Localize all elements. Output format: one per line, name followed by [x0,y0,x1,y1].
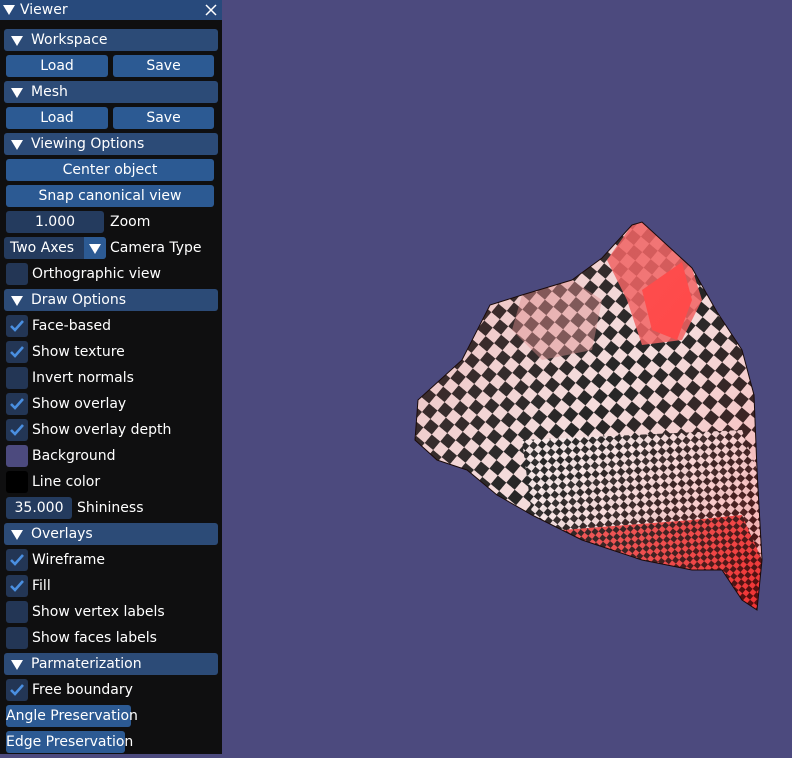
workspace-header[interactable]: Workspace [4,29,218,51]
show-faces-labels-checkbox[interactable] [6,627,28,649]
shininess-input[interactable]: 35.000 [6,497,72,519]
shininess-label: Shininess [77,500,144,516]
checkmark-icon [10,346,24,358]
wireframe-checkbox[interactable] [6,549,28,571]
show-faces-labels-label: Show faces labels [32,630,157,646]
parmaterization-section: Parmaterization [0,651,222,677]
parmaterization-header-label: Parmaterization [31,656,142,672]
overlays-section: Overlays [0,521,222,547]
viewer-panel: Viewer Workspace Load Save Mesh Load Sav… [0,0,222,754]
free-boundary-label: Free boundary [32,682,133,698]
background-color-swatch[interactable] [6,445,28,467]
camera-type-label: Camera Type [110,240,202,256]
show-overlay-depth-label: Show overlay depth [32,422,172,438]
free-boundary-checkbox[interactable] [6,679,28,701]
wireframe-label: Wireframe [32,552,106,568]
edge-preservation-button[interactable]: Edge Preservation [6,731,133,753]
camera-type-select[interactable]: Two Axes [4,237,106,259]
center-object-button[interactable]: Center object [6,159,214,181]
overlays-header-label: Overlays [31,526,93,542]
checkmark-icon [10,320,24,332]
orthographic-view-label: Orthographic view [32,266,161,282]
viewing-options-header[interactable]: Viewing Options [4,133,218,155]
show-overlay-checkbox[interactable] [6,393,28,415]
triangle-down-icon [11,36,23,46]
workspace-header-label: Workspace [31,32,108,48]
angle-preservation-button[interactable]: Angle Preservation [6,705,138,727]
viewing-options-header-label: Viewing Options [31,136,145,152]
checkmark-icon [10,398,24,410]
workspace-section: Workspace [0,27,222,53]
draw-options-header[interactable]: Draw Options [4,289,218,311]
mesh-save-button[interactable]: Save [113,107,214,129]
line-color-label: Line color [32,474,101,490]
workspace-save-button[interactable]: Save [113,55,214,77]
triangle-down-icon [11,296,23,306]
parmaterization-header[interactable]: Parmaterization [4,653,218,675]
fill-checkbox[interactable] [6,575,28,597]
3d-viewport[interactable] [222,0,792,754]
mesh-header[interactable]: Mesh [4,81,218,103]
show-vertex-labels-checkbox[interactable] [6,601,28,623]
draw-options-header-label: Draw Options [31,292,127,308]
window-titlebar[interactable]: Viewer [0,0,222,20]
triangle-down-icon [11,660,23,670]
show-vertex-labels-label: Show vertex labels [32,604,165,620]
close-icon[interactable] [204,3,218,17]
zoom-label: Zoom [110,214,151,230]
snap-canonical-view-button[interactable]: Snap canonical view [6,185,214,207]
triangle-down-icon [11,140,23,150]
show-texture-label: Show texture [32,344,125,360]
line-color-swatch[interactable] [6,471,28,493]
background-label: Background [32,448,116,464]
show-overlay-label: Show overlay [32,396,127,412]
checkmark-icon [10,424,24,436]
triangle-down-icon [11,88,23,98]
checkmark-icon [10,684,24,696]
invert-normals-label: Invert normals [32,370,134,386]
triangle-down-icon[interactable] [3,5,15,15]
invert-normals-checkbox[interactable] [6,367,28,389]
show-texture-checkbox[interactable] [6,341,28,363]
mesh-render[interactable] [222,0,792,754]
workspace-load-button[interactable]: Load [6,55,108,77]
orthographic-view-checkbox[interactable] [6,263,28,285]
chevron-down-icon[interactable] [84,237,106,259]
face-based-checkbox[interactable] [6,315,28,337]
viewing-options-section: Viewing Options [0,131,222,157]
face-based-label: Face-based [32,318,111,334]
mesh-object [414,221,763,611]
draw-options-section: Draw Options [0,287,222,313]
overlays-header[interactable]: Overlays [4,523,218,545]
fill-label: Fill [32,578,51,594]
checkmark-icon [10,554,24,566]
checkmark-icon [10,580,24,592]
window-title: Viewer [20,2,68,18]
mesh-section: Mesh [0,79,222,105]
mesh-load-button[interactable]: Load [6,107,108,129]
show-overlay-depth-checkbox[interactable] [6,419,28,441]
triangle-down-icon [11,530,23,540]
zoom-input[interactable]: 1.000 [6,211,104,233]
camera-type-value: Two Axes [10,240,75,256]
mesh-header-label: Mesh [31,84,68,100]
